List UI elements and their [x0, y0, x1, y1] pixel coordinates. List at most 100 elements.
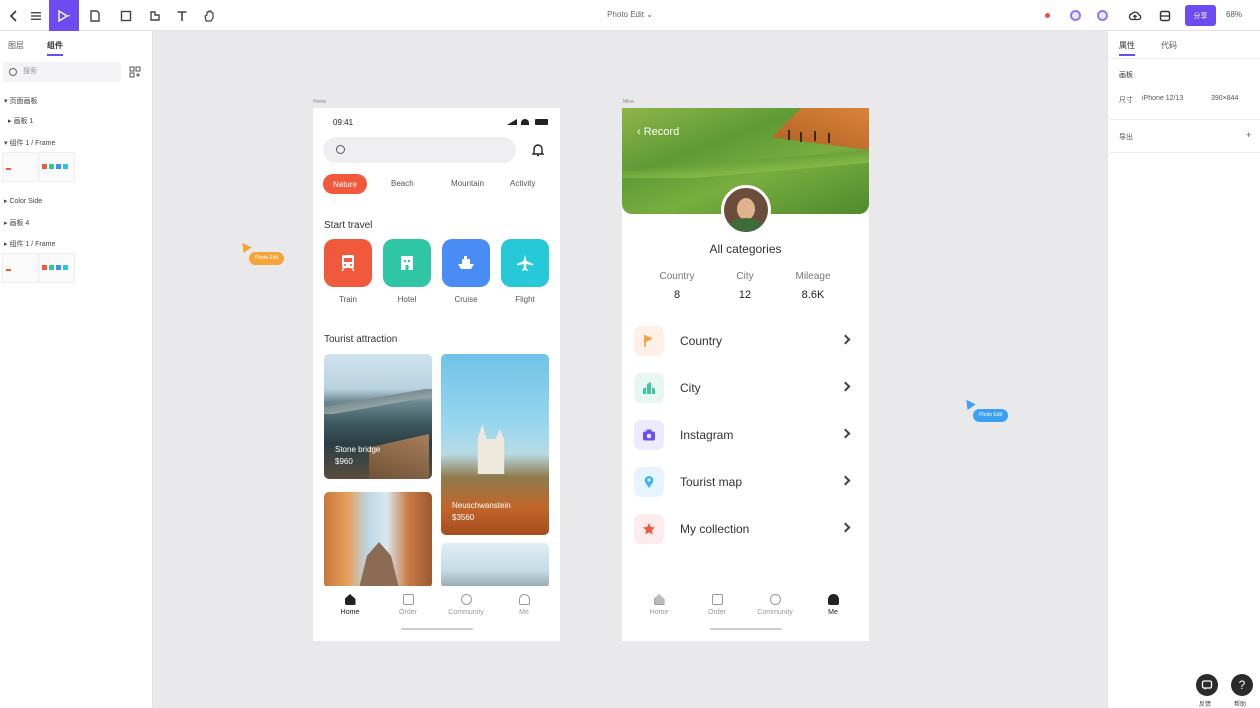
home-indicator	[401, 628, 473, 630]
size-value[interactable]: 390×844	[1211, 95, 1238, 102]
stat-value: 12	[738, 289, 752, 301]
help-icon[interactable]: ?	[1231, 674, 1253, 696]
layer-thumbnail[interactable]	[39, 253, 75, 283]
collaborator-cursor-tag: Photo Edit	[249, 252, 285, 265]
chip-nature[interactable]: Nature	[323, 174, 367, 194]
bell-icon[interactable]	[531, 143, 545, 162]
tab-components[interactable]: 组件	[47, 40, 63, 56]
properties-panel: 属性 代码 画板 尺寸 iPhone 12/13 390×844 导出 +	[1107, 31, 1260, 708]
attraction-card[interactable]	[324, 492, 432, 588]
menu-item-my-collection[interactable]: My collection	[634, 514, 857, 546]
profile-screen-frame[interactable]: ‹ Record All categories Country 8 City 1…	[622, 108, 869, 641]
zoom-level[interactable]: 68%	[1226, 10, 1242, 19]
tab-properties[interactable]: 属性	[1119, 40, 1135, 56]
text-tool-icon[interactable]	[168, 2, 196, 29]
frame-label[interactable]: Home	[313, 99, 326, 105]
add-layer-icon[interactable]	[128, 65, 142, 79]
share-button[interactable]: 分享	[1185, 5, 1216, 26]
tree-item[interactable]: ▾ 页面画板	[4, 96, 37, 106]
pen-tool-icon[interactable]	[141, 2, 169, 29]
chevron-right-icon	[840, 381, 851, 392]
add-export-icon[interactable]: +	[1246, 130, 1251, 140]
recording-dot-icon	[1045, 13, 1050, 18]
rectangle-tool-icon[interactable]	[112, 2, 140, 29]
chevron-right-icon	[840, 334, 851, 345]
tab-code[interactable]: 代码	[1161, 40, 1177, 51]
chevron-right-icon	[840, 475, 851, 486]
train-tile[interactable]	[324, 239, 372, 287]
chevron-left-icon: ‹	[637, 126, 641, 138]
cruise-icon	[458, 256, 474, 269]
upload-cloud-icon[interactable]	[1121, 2, 1149, 29]
nav-me[interactable]: Me	[808, 594, 858, 616]
nav-community[interactable]: Community	[441, 594, 491, 616]
layer-thumbnail[interactable]	[2, 152, 38, 182]
layers-search-input[interactable]: 搜索	[3, 62, 121, 82]
select-tool-button[interactable]	[49, 0, 79, 31]
tree-item[interactable]: ▸ 画板 1	[8, 116, 33, 126]
attraction-price: $960	[335, 457, 353, 466]
attraction-card[interactable]: Stone bridge $960	[324, 354, 432, 479]
section-heading: 画板	[1119, 72, 1133, 79]
star-icon	[634, 514, 664, 544]
collaborator-avatar[interactable]	[1097, 10, 1108, 21]
section-title-tourist-attraction: Tourist attraction	[324, 334, 398, 345]
attraction-card[interactable]: Neuschwanstein $3560	[441, 354, 549, 535]
layer-thumbnail[interactable]	[39, 152, 75, 182]
tree-item[interactable]: ▸ 组件 1 / Frame	[4, 239, 55, 249]
hotel-tile[interactable]	[383, 239, 431, 287]
layer-thumbnail[interactable]	[2, 253, 38, 283]
collaborator-cursor-tag: Photo Edit	[973, 409, 1009, 422]
tree-item[interactable]: ▸ 画板 4	[4, 218, 29, 228]
chip-beach[interactable]: Beach	[391, 179, 414, 188]
menu-item-city[interactable]: City	[634, 373, 857, 405]
search-icon	[9, 68, 17, 76]
tree-item[interactable]: ▸ Color Side	[4, 197, 42, 205]
top-toolbar: Photo Edit ⌄ 分享 68%	[0, 0, 1260, 31]
layers-panel: 图层 组件 搜索 ▾ 页面画板 ▸ 画板 1 ▾ 组件 1 / Frame ▸ …	[0, 31, 153, 708]
home-screen-frame[interactable]: 09:41 Nature Beach Mountain Activity Sta…	[313, 108, 560, 641]
nav-home[interactable]: Home	[634, 594, 684, 616]
search-icon	[336, 145, 345, 154]
menu-item-country[interactable]: Country	[634, 326, 857, 358]
search-placeholder: 搜索	[23, 68, 37, 75]
menu-item-tourist-map[interactable]: Tourist map	[634, 467, 857, 499]
stat-city: City 12	[710, 271, 780, 301]
cursor-arrow-icon	[238, 239, 252, 254]
menu-label: City	[680, 381, 701, 395]
hand-tool-icon[interactable]	[195, 2, 223, 29]
menu-label: Instagram	[680, 428, 734, 442]
frame-label[interactable]: Mine	[623, 99, 634, 105]
export-label[interactable]: 导出	[1119, 132, 1133, 142]
preview-icon[interactable]	[1151, 2, 1179, 29]
collaborator-avatar[interactable]	[1070, 10, 1081, 21]
attraction-card[interactable]	[441, 543, 549, 588]
flight-tile[interactable]	[501, 239, 549, 287]
back-button[interactable]: ‹ Record	[637, 126, 679, 138]
nav-home[interactable]: Home	[325, 594, 375, 616]
menu-item-instagram[interactable]: Instagram	[634, 420, 857, 452]
status-time: 09:41	[333, 118, 354, 127]
tab-layers[interactable]: 图层	[8, 40, 24, 51]
nav-order[interactable]: Order	[692, 594, 742, 616]
frame-tool-icon[interactable]	[81, 2, 109, 29]
flight-label: Flight	[515, 295, 535, 304]
community-icon	[769, 594, 781, 605]
cruise-tile[interactable]	[442, 239, 490, 287]
avatar[interactable]	[721, 185, 771, 235]
menu-icon[interactable]	[22, 2, 50, 29]
search-input[interactable]	[323, 137, 516, 163]
chat-icon[interactable]	[1196, 674, 1218, 696]
nav-me[interactable]: Me	[499, 594, 549, 616]
document-title[interactable]: Photo Edit ⌄	[560, 10, 700, 19]
stat-label: City	[736, 271, 754, 282]
device-preset-select[interactable]: iPhone 12/13	[1142, 95, 1183, 102]
camera-icon	[634, 420, 664, 450]
nav-order[interactable]: Order	[383, 594, 433, 616]
nav-community[interactable]: Community	[750, 594, 800, 616]
chip-mountain[interactable]: Mountain	[451, 179, 484, 188]
all-categories-title: All categories	[709, 242, 782, 256]
order-icon	[711, 594, 723, 605]
tree-item[interactable]: ▾ 组件 1 / Frame	[4, 138, 55, 148]
chip-activity[interactable]: Activity	[510, 179, 535, 188]
